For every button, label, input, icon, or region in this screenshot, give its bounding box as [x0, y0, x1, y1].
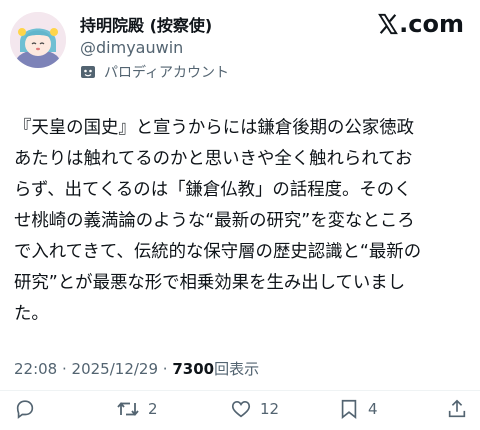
parody-label: パロディアカウント [80, 62, 229, 82]
bookmark-button[interactable]: 4 [338, 398, 378, 420]
parody-mask-icon [81, 66, 95, 78]
x-logo-text: .com [399, 10, 464, 38]
x-brand-icon [378, 13, 399, 35]
post-time[interactable]: 22:08 [14, 360, 57, 378]
like-button[interactable]: 12 [230, 398, 279, 420]
x-logo: .com [377, 10, 464, 38]
avatar-illustration [10, 12, 66, 68]
share-icon [448, 399, 466, 418]
post-meta: 22:08 · 2025/12/29 · 7300回表示 [14, 358, 259, 379]
views-count: 7300 [172, 360, 215, 378]
reply-icon [16, 400, 34, 419]
post-text: 『天皇の国史』と宣うからには鎌倉後期の公家徳政 あたりは触れてるのかと思いきや全… [14, 118, 422, 324]
post-date[interactable]: 2025/12/29 [72, 360, 158, 378]
repost-count: 2 [148, 400, 158, 418]
like-count: 12 [260, 400, 280, 418]
repost-icon [117, 402, 139, 416]
author-handle[interactable]: @dimyauwin [80, 38, 183, 57]
meta-separator: · [57, 360, 72, 378]
share-button[interactable] [446, 398, 468, 420]
reply-button[interactable] [14, 398, 36, 420]
avatar[interactable] [10, 12, 66, 68]
bookmark-icon [341, 399, 357, 419]
heart-icon [231, 401, 251, 418]
author-name[interactable]: 持明院殿 (按察使) [80, 12, 212, 36]
views-label: 回表示 [214, 360, 260, 378]
repost-button[interactable]: 2 [116, 398, 158, 420]
divider [0, 390, 480, 391]
parody-label-text: パロディアカウント [104, 65, 230, 81]
meta-separator: · [158, 360, 173, 378]
bookmark-count: 4 [368, 400, 378, 418]
